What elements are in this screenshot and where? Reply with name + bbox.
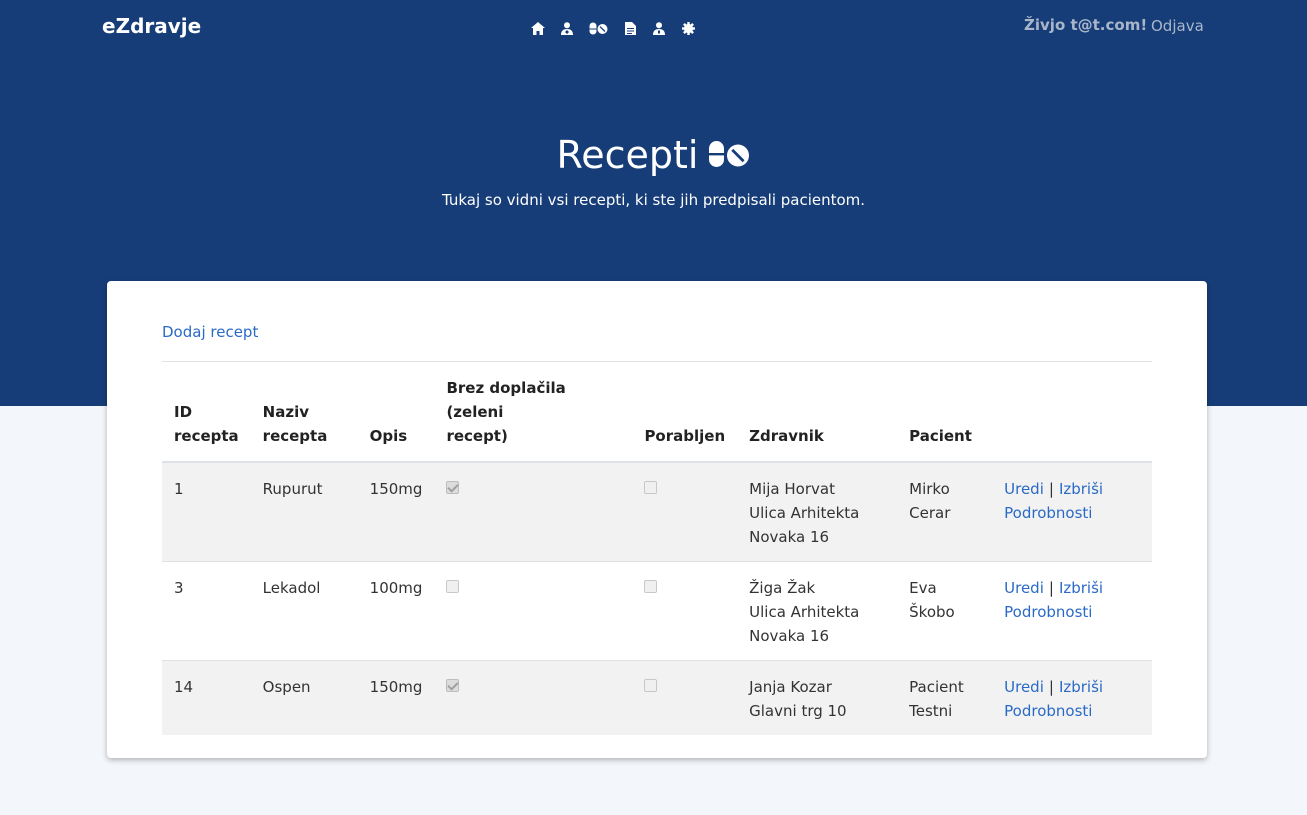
free-checkbox[interactable] [446, 679, 460, 692]
used-checkbox[interactable] [644, 679, 658, 692]
table-row: 3 Lekadol 100mg Žiga Žak Ulica Arhitekta N… [162, 561, 1152, 661]
cell-id: 3 [174, 579, 184, 597]
cell-name: Rupurut [262, 480, 323, 498]
cell-name: Ospen [262, 678, 311, 696]
document-icon[interactable] [623, 21, 637, 35]
cell-free [434, 661, 632, 736]
top-navbar: eZdravje Živjo t@t.com! Odjava [0, 0, 1307, 56]
edit-link[interactable]: Uredi [1004, 579, 1044, 597]
cell-doctor: Mija Horvat Ulica Arhitekta Novaka 16 [749, 480, 860, 546]
cell-description: 150mg [369, 480, 423, 498]
cell-id: 1 [174, 480, 184, 498]
used-checkbox[interactable] [644, 580, 658, 593]
user-doctor-icon[interactable] [560, 21, 574, 35]
used-checkbox[interactable] [644, 481, 658, 494]
page-subtitle: Tukaj so vidni vsi recepti, ki ste jih p… [441, 191, 866, 209]
cell-description: 150mg [369, 678, 423, 696]
header-id: ID recepta [174, 403, 239, 445]
cog-icon[interactable] [681, 21, 695, 35]
nav-icon-bar [531, 20, 710, 36]
cell-actions: Uredi | Izbriši Podrobnosti [1004, 480, 1104, 522]
free-checkbox[interactable] [446, 580, 460, 593]
details-link[interactable]: Podrobnosti [1004, 603, 1092, 621]
header-patient: Pacient [909, 427, 972, 445]
page-title-wrap: Recepti [0, 133, 1307, 177]
cell-free [434, 462, 632, 562]
pills-icon[interactable] [589, 21, 608, 35]
header-free-prescription: Brez doplačila (zeleni recept) [446, 379, 566, 445]
cell-patient: Mirko Cerar [909, 480, 951, 522]
table-row: 14 Ospen 150mg Janja Kozar Glavni trg 10 … [162, 660, 1152, 736]
user-icon[interactable] [652, 21, 666, 35]
edit-link[interactable]: Uredi [1004, 678, 1044, 696]
cell-actions: Uredi | Izbriši Podrobnosti [1004, 678, 1104, 720]
cell-patient: Pacient Testni [909, 678, 964, 720]
user-greeting: Živjo t@t.com! [1024, 16, 1148, 34]
cell-name: Lekadol [262, 579, 321, 597]
cell-free [434, 562, 632, 661]
prescriptions-table: ID recepta Naziv recepta Opis Brez doplači… [162, 361, 1152, 735]
delete-link[interactable]: Izbriši [1059, 480, 1103, 498]
home-icon[interactable] [531, 21, 545, 35]
edit-link[interactable]: Uredi [1004, 480, 1044, 498]
cell-used [632, 562, 737, 661]
table-header-row: ID recepta Naziv recepta Opis Brez doplači… [162, 361, 1152, 463]
details-link[interactable]: Podrobnosti [1004, 504, 1092, 522]
cell-id: 14 [174, 678, 194, 696]
delete-link[interactable]: Izbriši [1059, 678, 1103, 696]
cell-patient: Eva Škobo [909, 579, 955, 621]
cell-description: 100mg [369, 579, 423, 597]
cell-used [632, 661, 737, 736]
page-title-text: Recepti [556, 133, 699, 177]
pills-icon [708, 133, 750, 177]
header-name: Naziv recepta [262, 403, 328, 445]
details-link[interactable]: Podrobnosti [1004, 702, 1092, 720]
header-doctor: Zdravnik [749, 427, 824, 445]
logout-link[interactable]: Odjava [1151, 17, 1204, 35]
cell-doctor: Žiga Žak Ulica Arhitekta Novaka 16 [749, 579, 860, 645]
header-description: Opis [369, 427, 408, 445]
header-used: Porabljen [644, 427, 726, 445]
add-prescription-link[interactable]: Dodaj recept [162, 323, 258, 341]
cell-actions: Uredi | Izbriši Podrobnosti [1004, 579, 1104, 621]
prescriptions-card: Dodaj recept ID recepta Naziv recepta Opis… [107, 281, 1207, 758]
cell-doctor: Janja Kozar Glavni trg 10 [749, 678, 847, 720]
table-row: 1 Rupurut 150mg Mija Horvat Ulica Arhitek… [162, 462, 1152, 562]
cell-used [632, 462, 737, 562]
free-checkbox[interactable] [446, 481, 460, 494]
delete-link[interactable]: Izbriši [1059, 579, 1103, 597]
page-title: Recepti [557, 133, 751, 177]
brand-logo[interactable]: eZdravje [102, 14, 201, 38]
header-actions [992, 362, 1152, 463]
